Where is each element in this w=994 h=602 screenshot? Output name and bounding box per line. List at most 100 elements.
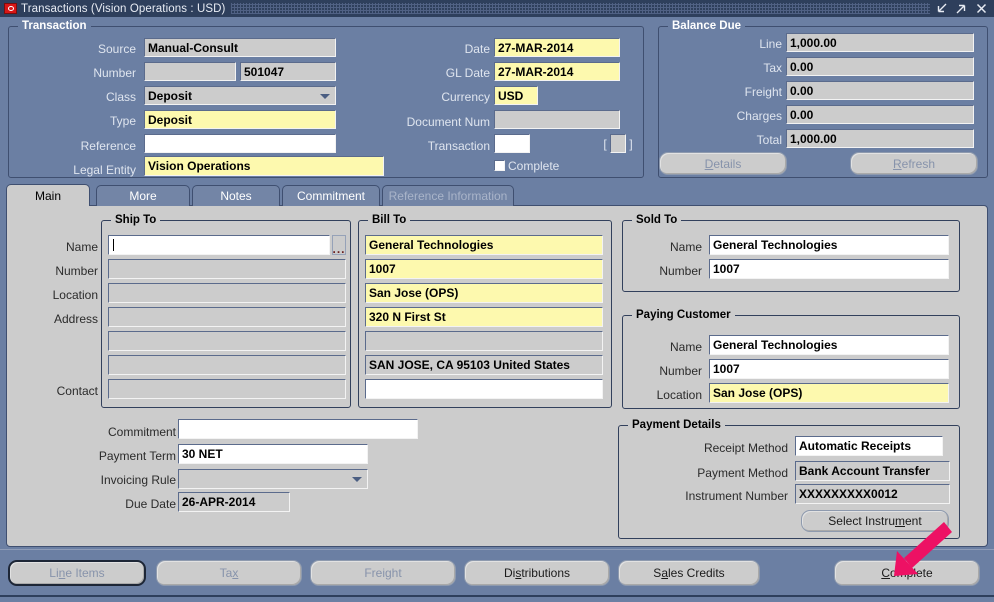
minimize-button[interactable] [935, 2, 948, 15]
legal-entity-field[interactable]: Vision Operations [144, 156, 384, 176]
document-num-label: Document Num [406, 115, 490, 129]
payment-term-field[interactable]: 30 NET [178, 444, 368, 464]
tab-reference-information[interactable]: Reference Information [382, 185, 514, 206]
paying-number-field[interactable]: 1007 [709, 359, 949, 379]
payment-method-field[interactable]: Bank Account Transfer [795, 461, 950, 481]
titlebar-texture [230, 3, 930, 14]
chevron-down-icon [320, 93, 330, 99]
details-button[interactable]: Details [659, 152, 787, 175]
refresh-button[interactable]: Refresh [850, 152, 978, 175]
reference-field[interactable] [144, 134, 336, 153]
number-field[interactable] [144, 62, 236, 81]
oracle-forms-icon [4, 3, 17, 14]
bd-tax-field[interactable]: 0.00 [786, 57, 974, 76]
distributions-button[interactable]: Distributions [464, 560, 610, 586]
shipto-address-line1-field[interactable] [108, 307, 346, 327]
shipto-address-line3-field[interactable] [108, 355, 346, 375]
payment-details-group-label: Payment Details [628, 419, 725, 431]
complete-button[interactable]: Complete [834, 560, 980, 586]
billto-number-field[interactable]: 1007 [365, 259, 603, 279]
class-poplist-value: Deposit [148, 88, 193, 103]
close-button[interactable] [975, 2, 988, 15]
complete-checkbox[interactable] [494, 160, 505, 171]
freight-button[interactable]: Freight [310, 560, 456, 586]
class-poplist[interactable]: Deposit [144, 86, 336, 105]
shipto-location-field[interactable] [108, 283, 346, 303]
shipto-address-line2-field[interactable] [108, 331, 346, 351]
footer-toolbar: Line Items Tax Freight Distributions Sal… [0, 549, 994, 602]
date-label: Date [464, 42, 490, 56]
complete-label-rest: omplete [889, 566, 933, 580]
soldto-name-label: Name [669, 240, 702, 254]
billto-contact-field[interactable] [365, 379, 603, 399]
commitment-field[interactable] [178, 419, 418, 439]
bd-freight-field[interactable]: 0.00 [786, 81, 974, 100]
flexfield-descriptive[interactable] [610, 134, 626, 153]
select-instrument-label-b: ent [905, 514, 922, 528]
billto-location-field[interactable]: San Jose (OPS) [365, 283, 603, 303]
refresh-button-label-rest: efresh [901, 156, 936, 171]
transaction-num-label: Transaction [427, 139, 490, 153]
distributions-label-rest: tributions [521, 566, 571, 580]
legal-entity-label: Legal Entity [73, 163, 136, 177]
date-field[interactable]: 27-MAR-2014 [494, 38, 620, 57]
line-items-label-rest: e Items [65, 566, 105, 580]
maximize-button[interactable] [955, 2, 968, 15]
paying-location-label: Location [656, 388, 702, 402]
list-of-values-icon[interactable]: ... [332, 235, 346, 255]
tab-more[interactable]: More [96, 185, 190, 206]
bd-total-label: Total [756, 133, 782, 147]
sales-credits-button[interactable]: Sales Credits [618, 560, 760, 586]
payment-term-label: Payment Term [98, 449, 176, 463]
billto-address-line2-field[interactable] [365, 331, 603, 351]
details-button-label-rest: etails [713, 156, 742, 171]
bill-to-group-label: Bill To [368, 214, 411, 226]
shipto-contact-field[interactable] [108, 379, 346, 399]
paying-number-label: Number [659, 364, 702, 378]
shipto-number-field[interactable] [108, 259, 346, 279]
instrument-number-field[interactable]: XXXXXXXXX0012 [795, 484, 950, 504]
paying-name-field[interactable]: General Technologies [709, 335, 949, 355]
shipto-name-field[interactable] [108, 235, 330, 255]
invoicing-rule-poplist[interactable] [178, 469, 368, 489]
source-field[interactable]: Manual-Consult [144, 38, 336, 57]
billto-city-state-zip-field[interactable]: SAN JOSE, CA 95103 United States [365, 355, 603, 375]
bd-line-label: Line [759, 37, 782, 51]
type-field[interactable]: Deposit [144, 110, 336, 129]
payment-method-label: Payment Method [697, 466, 788, 480]
complete-checkbox-label: Complete [508, 159, 560, 173]
shipto-name-label: Name [65, 240, 98, 254]
transaction-num-field[interactable] [494, 134, 530, 153]
chevron-down-icon [352, 477, 362, 482]
soldto-number-field[interactable]: 1007 [709, 259, 949, 279]
balance-due-group-label: Balance Due [668, 20, 746, 32]
gl-date-field[interactable]: 27-MAR-2014 [494, 62, 620, 81]
shipto-location-label: Location [52, 288, 98, 302]
select-instrument-button[interactable]: Select Instrument [801, 510, 949, 532]
commitment-label: Commitment [107, 425, 176, 439]
number-sequence-field[interactable]: 501047 [240, 62, 336, 81]
soldto-name-field[interactable]: General Technologies [709, 235, 949, 255]
document-num-field[interactable] [494, 110, 620, 129]
bd-line-field[interactable]: 1,000.00 [786, 33, 974, 52]
receipt-method-field[interactable]: Automatic Receipts [795, 436, 943, 456]
instrument-number-label: Instrument Number [685, 489, 788, 503]
flexfield-bracket-open: [ [603, 137, 607, 151]
tab-commitment[interactable]: Commitment [282, 185, 380, 206]
tab-main[interactable]: Main [6, 184, 90, 206]
receipt-method-label: Receipt Method [703, 441, 788, 455]
billto-name-field[interactable]: General Technologies [365, 235, 603, 255]
tab-notes[interactable]: Notes [192, 185, 280, 206]
billto-address-line1-field[interactable]: 320 N First St [365, 307, 603, 327]
line-items-button[interactable]: Line Items [8, 560, 146, 586]
source-label: Source [97, 42, 136, 56]
text-cursor [113, 239, 114, 251]
due-date-field[interactable]: 26-APR-2014 [178, 492, 290, 512]
bd-charges-field[interactable]: 0.00 [786, 105, 974, 124]
tax-button[interactable]: Tax [156, 560, 302, 586]
bd-total-field[interactable]: 1,000.00 [786, 129, 974, 148]
paying-name-label: Name [669, 340, 702, 354]
paying-location-field[interactable]: San Jose (OPS) [709, 383, 949, 403]
currency-field[interactable]: USD [494, 86, 538, 105]
bd-tax-label: Tax [763, 61, 782, 75]
